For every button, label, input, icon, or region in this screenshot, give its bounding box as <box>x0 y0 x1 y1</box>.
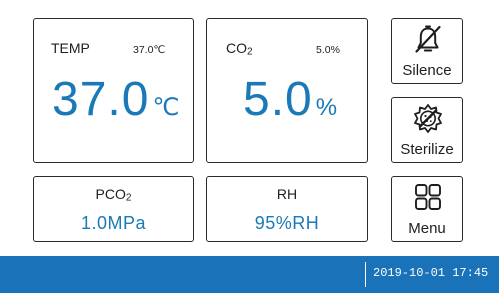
status-divider <box>365 262 366 287</box>
pco2-panel[interactable]: PCO2 1.0MPa <box>33 176 194 242</box>
temp-reading: 37.0 ℃ <box>52 72 179 127</box>
co2-label: CO2 <box>226 40 253 58</box>
temp-label: TEMP <box>51 40 90 56</box>
silence-button[interactable]: Silence <box>391 18 463 84</box>
co2-unit: % <box>315 94 338 121</box>
pco2-label-sub: 2 <box>125 192 132 204</box>
co2-label-main: CO <box>226 40 247 56</box>
bell-slash-icon <box>415 25 441 53</box>
grid-icon <box>415 184 441 210</box>
rh-label: RH <box>276 186 298 202</box>
menu-button[interactable]: Menu <box>391 176 463 242</box>
co2-reading: 5.0% <box>243 72 337 127</box>
rh-value: 95%RH <box>254 213 320 233</box>
pco2-label: PCO2 <box>34 186 193 204</box>
co2-setpoint: 5.0% <box>316 44 340 56</box>
temp-value: 37.0 <box>52 73 150 126</box>
sterilize-button[interactable]: Sterilize <box>391 97 463 163</box>
silence-label: Silence <box>402 62 452 79</box>
temp-setpoint: 37.0℃ <box>133 44 166 56</box>
temp-panel[interactable]: TEMP 37.0℃ 37.0 ℃ <box>33 18 194 163</box>
co2-panel[interactable]: CO2 5.0% 5.0% <box>206 18 368 163</box>
sterilize-icon <box>414 104 442 133</box>
rh-panel[interactable]: RH 95%RH <box>206 176 368 242</box>
datetime-display: 2019-10-01 17:45 <box>373 266 489 280</box>
temp-unit: ℃ <box>152 94 180 121</box>
sterilize-label: Sterilize <box>400 141 454 158</box>
co2-label-sub: 2 <box>247 46 253 58</box>
pco2-label-main: PCO <box>95 186 126 202</box>
pco2-value: 1.0MPa <box>80 213 147 233</box>
co2-value: 5.0 <box>243 73 313 126</box>
status-bar: 2019-10-01 17:45 <box>0 256 499 293</box>
menu-label: Menu <box>408 220 446 237</box>
